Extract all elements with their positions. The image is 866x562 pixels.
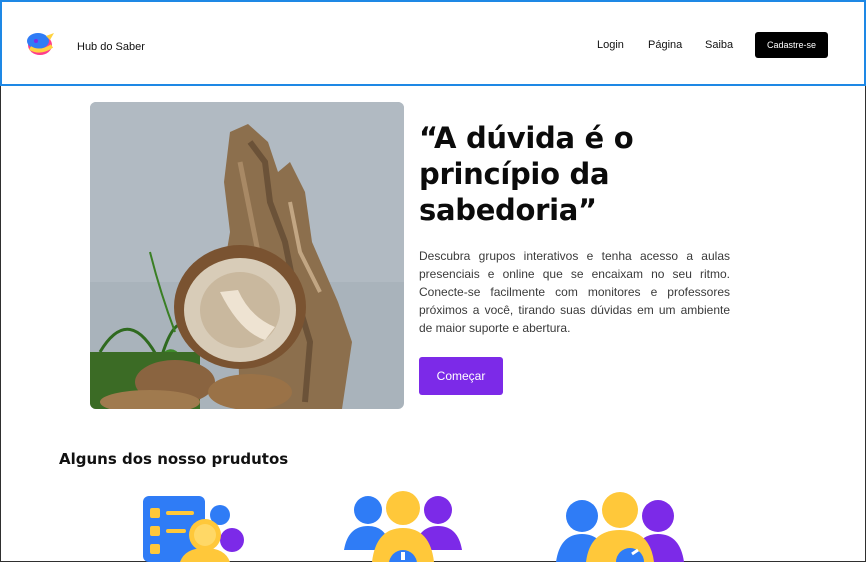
hero-image <box>90 102 404 409</box>
group-chat-icon <box>556 492 684 562</box>
product-card-checklist[interactable] <box>140 490 252 562</box>
top-header: Hub do Saber Login Página Saiba Cadastre… <box>0 0 866 86</box>
products-title: Alguns dos nosso prudutos <box>59 450 289 468</box>
checklist-group-icon <box>143 496 244 562</box>
nav-login[interactable]: Login <box>597 39 624 51</box>
product-card-group[interactable] <box>340 490 466 562</box>
hero-quote: “A dúvida é o princípio da sabedoria” <box>419 121 634 227</box>
group-chat-icon <box>344 491 462 562</box>
hero-description: Descubra grupos interativos e tenha aces… <box>419 249 730 335</box>
signup-button[interactable]: Cadastre-se <box>755 32 828 58</box>
start-button[interactable]: Começar <box>419 357 503 395</box>
product-card-community[interactable] <box>552 490 688 562</box>
nav-pagina[interactable]: Página <box>648 39 682 51</box>
hub-logo-icon[interactable] <box>24 28 56 60</box>
brand-name: Hub do Saber <box>77 41 145 53</box>
nav-saiba[interactable]: Saiba <box>705 39 733 51</box>
